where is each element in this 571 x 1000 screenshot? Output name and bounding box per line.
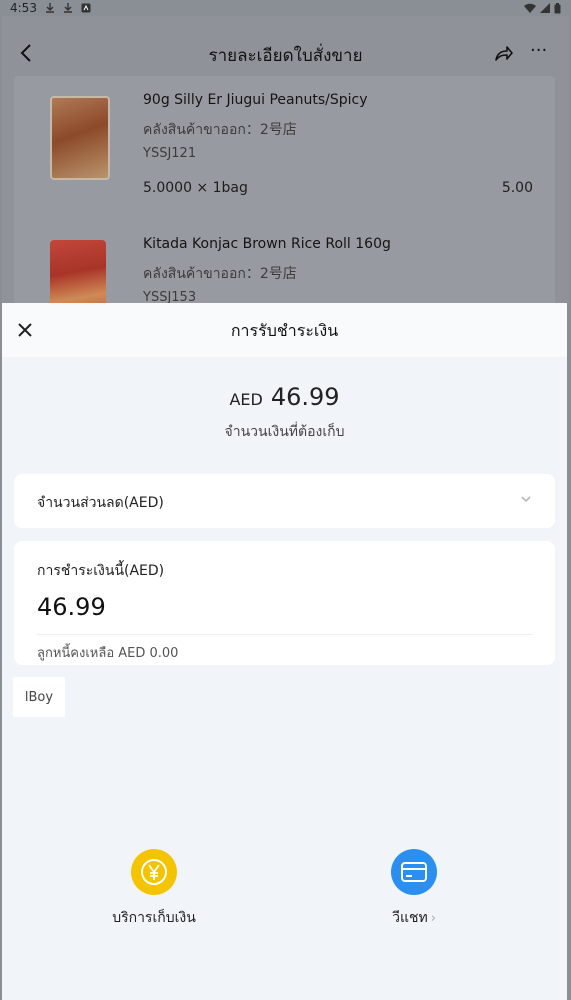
- download-icon: [63, 3, 72, 13]
- download-icon: [45, 3, 54, 13]
- discount-label: จำนวนส่วนลด(AED): [37, 495, 164, 511]
- salesperson-tag[interactable]: lBoy: [13, 677, 65, 717]
- wechat-pay-button[interactable]: วีแชท ›: [374, 849, 454, 929]
- payment-sheet: การรับชำระเงิน AED 46.99 จำนวนเงินที่ต้อง…: [2, 303, 567, 1000]
- more-icon[interactable]: ···: [530, 42, 554, 64]
- product-warehouse: คลังสินค้าขาออก：2号店: [143, 266, 297, 282]
- signal-icon: [540, 3, 550, 13]
- list-item[interactable]: Kitada Konjac Brown Rice Roll 160g คลังส…: [14, 220, 555, 316]
- payment-label: การชำระเงินนี้(AED): [37, 563, 165, 579]
- total-amount: AED 46.99: [2, 383, 567, 411]
- yen-icon: [131, 849, 177, 895]
- sheet-title: การรับชำระเงิน: [230, 321, 339, 340]
- total-value: 46.99: [270, 383, 340, 411]
- product-code: YSSJ121: [143, 146, 197, 161]
- divider: [37, 634, 533, 635]
- chevron-down-icon[interactable]: [519, 492, 533, 506]
- status-bar: 4:53: [0, 0, 571, 16]
- card-icon: [391, 849, 437, 895]
- sheet-header: การรับชำระเงิน: [2, 303, 567, 357]
- nav-bar: รายละเอียดใบสั่งขาย ···: [2, 28, 569, 78]
- total-caption: จำนวนเงินที่ต้องเก็บ: [224, 424, 345, 440]
- battery-icon: [554, 2, 561, 13]
- pay-method-label: บริการเก็บเงิน: [112, 910, 196, 926]
- list-item[interactable]: 90g Silly Er Jiugui Peanuts/Spicy คลังสิ…: [14, 76, 555, 216]
- product-warehouse: คลังสินค้าขาออก：2号店: [143, 122, 297, 138]
- share-icon[interactable]: [492, 42, 514, 64]
- product-image: [50, 96, 110, 180]
- wifi-icon: [524, 3, 536, 13]
- product-name: Kitada Konjac Brown Rice Roll 160g: [143, 236, 391, 252]
- order-detail-page: รายละเอียดใบสั่งขาย ··· 90g Silly Er Jiu…: [2, 16, 569, 316]
- chevron-right-icon: ›: [430, 911, 436, 926]
- currency-label: AED: [229, 390, 263, 409]
- payment-amount-card: การชำระเงินนี้(AED) 46.99 ลูกหนี้คงเหลือ…: [14, 541, 555, 665]
- product-quantity: 5.0000 × 1bag: [143, 180, 248, 196]
- pay-method-label: วีแชท: [392, 910, 428, 926]
- collection-service-button[interactable]: บริการเก็บเงิน: [102, 849, 206, 929]
- discount-field[interactable]: จำนวนส่วนลด(AED): [14, 474, 555, 528]
- status-time: 4:53: [10, 1, 37, 15]
- product-amount: 5.00: [501, 180, 533, 196]
- remaining-debt: ลูกหนี้คงเหลือ AED 0.00: [37, 646, 179, 661]
- page-title: รายละเอียดใบสั่งขาย: [208, 46, 363, 66]
- product-name: 90g Silly Er Jiugui Peanuts/Spicy: [143, 92, 368, 108]
- app-notification-icon: [81, 3, 91, 13]
- payment-input[interactable]: 46.99: [37, 593, 106, 621]
- order-items-card: 90g Silly Er Jiugui Peanuts/Spicy คลังสิ…: [14, 76, 555, 316]
